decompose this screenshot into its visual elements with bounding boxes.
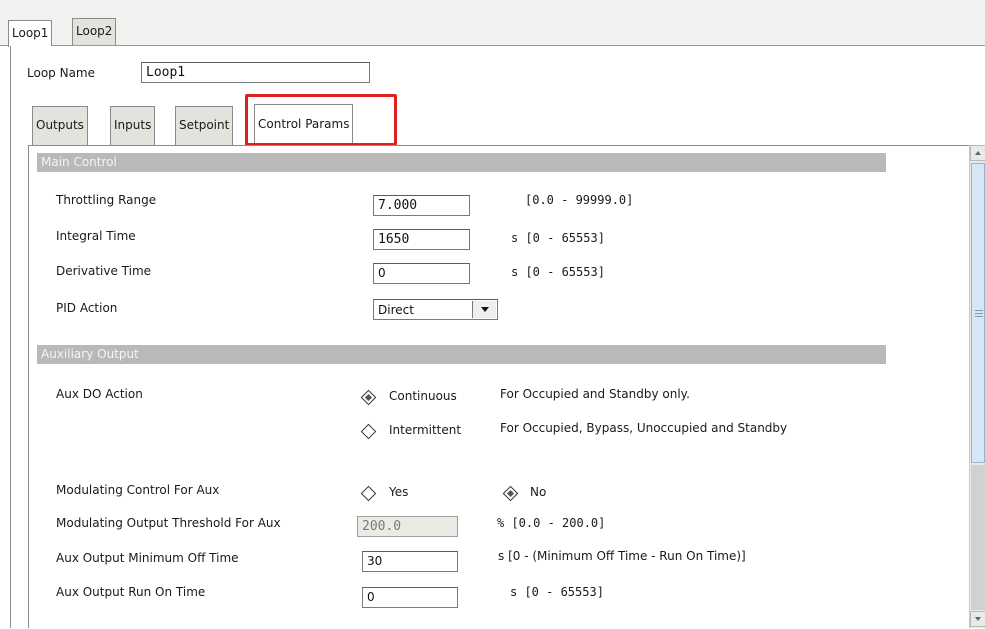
integral-time-label: Integral Time: [56, 229, 136, 243]
scroll-thumb[interactable]: [971, 163, 985, 463]
min-off-time-label: Aux Output Minimum Off Time: [56, 551, 239, 565]
run-on-time-range: s [0 - 65553]: [510, 585, 604, 599]
tab-setpoint-label: Setpoint: [179, 118, 230, 132]
tab-loop1[interactable]: Loop1: [8, 20, 53, 47]
section-header-aux-output: Auxiliary Output: [37, 345, 886, 364]
chevron-down-icon[interactable]: [472, 301, 496, 318]
radio-continuous-label[interactable]: Continuous: [389, 389, 457, 403]
modulating-threshold-label: Modulating Output Threshold For Aux: [56, 516, 281, 530]
throttling-range-range: [0.0 - 99999.0]: [525, 193, 634, 207]
radio-modulating-no-label[interactable]: No: [530, 485, 546, 499]
aux-do-action-label: Aux DO Action: [56, 387, 143, 401]
tab-loop2-label: Loop2: [76, 24, 113, 38]
modulating-threshold-range: % [0.0 - 200.0]: [497, 516, 606, 530]
continuous-note: For Occupied and Standby only.: [500, 387, 690, 401]
scroll-down-button[interactable]: [970, 611, 985, 627]
radio-modulating-yes-label[interactable]: Yes: [389, 485, 408, 499]
modulating-threshold-field: 200.0: [357, 516, 458, 537]
tab-outputs-label: Outputs: [36, 118, 84, 132]
derivative-time-label: Derivative Time: [56, 264, 152, 278]
min-off-time-field[interactable]: 30: [362, 551, 458, 572]
integral-time-range: s [0 - 65553]: [511, 231, 605, 245]
intermittent-note: For Occupied, Bypass, Unoccupied and Sta…: [500, 421, 788, 435]
tab-setpoint[interactable]: Setpoint: [175, 106, 234, 146]
loop-name-field[interactable]: Loop1: [141, 62, 370, 83]
derivative-time-field[interactable]: 0: [373, 263, 470, 284]
radio-intermittent-label[interactable]: Intermittent: [389, 423, 461, 437]
min-off-time-range: s [0 - (Minimum Off Time - Run On Time)]: [498, 549, 746, 563]
scroll-track-lower[interactable]: [971, 465, 985, 610]
loop-tab-strip: [0, 0, 985, 46]
arrow-down-icon: [975, 617, 981, 621]
highlight-annotation: [245, 94, 397, 146]
run-on-time-label: Aux Output Run On Time: [56, 585, 206, 599]
tab-outputs[interactable]: Outputs: [32, 106, 88, 146]
pid-action-value: Direct: [378, 303, 414, 317]
arrow-up-icon: [975, 151, 981, 155]
run-on-time-field[interactable]: 0: [362, 587, 458, 608]
tab-inputs-label: Inputs: [114, 118, 152, 132]
tab-loop1-label: Loop1: [12, 26, 49, 40]
throttling-range-field[interactable]: 7.000: [373, 195, 470, 216]
section-header-main-control: Main Control: [37, 153, 886, 172]
tab-inputs[interactable]: Inputs: [110, 106, 156, 146]
pid-action-label: PID Action: [56, 301, 118, 315]
pid-action-select[interactable]: Direct: [373, 299, 498, 320]
vertical-scrollbar[interactable]: [969, 145, 985, 628]
scroll-up-button[interactable]: [970, 145, 985, 161]
modulating-control-label: Modulating Control For Aux: [56, 483, 220, 497]
derivative-time-range: s [0 - 65553]: [511, 265, 605, 279]
integral-time-field[interactable]: 1650: [373, 229, 470, 250]
loop-name-label: Loop Name: [27, 66, 95, 80]
tab-loop2[interactable]: Loop2: [72, 18, 117, 45]
throttling-range-label: Throttling Range: [56, 193, 157, 207]
